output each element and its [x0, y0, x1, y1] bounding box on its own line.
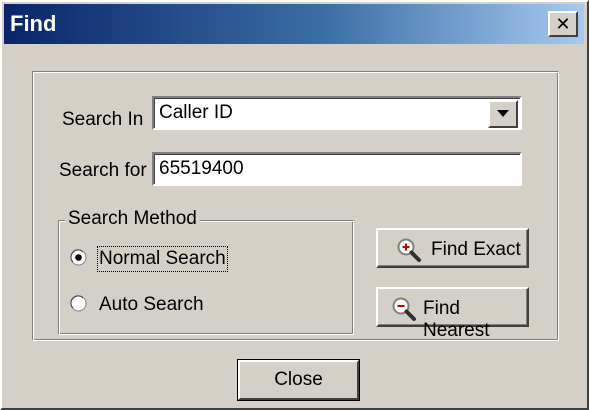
find-nearest-button[interactable]: Find Nearest [376, 287, 529, 341]
find-dialog-window: Find ✕ Search In Caller ID Search for 65… [0, 0, 589, 410]
search-in-label: Search In [62, 109, 144, 130]
search-for-value: 65519400 [159, 158, 244, 179]
chevron-down-icon [497, 110, 509, 117]
radio-selected-icon[interactable] [70, 249, 87, 266]
search-method-legend: Search Method [65, 208, 200, 230]
find-exact-label: Find Exact [431, 239, 521, 260]
title-bar[interactable]: Find ✕ [4, 4, 584, 44]
find-nearest-label: Find Nearest [423, 298, 490, 341]
radio-unselected-icon[interactable] [70, 295, 87, 312]
zoom-in-magnifier-icon [397, 238, 421, 262]
search-in-value: Caller ID [159, 102, 233, 123]
search-for-label: Search for [59, 160, 147, 181]
find-exact-button[interactable]: Find Exact [376, 228, 529, 268]
title-close-button[interactable]: ✕ [548, 11, 578, 37]
search-in-select[interactable]: Caller ID [152, 96, 522, 130]
close-button-label: Close [274, 369, 323, 390]
window-title: Find [10, 11, 57, 36]
zoom-out-magnifier-icon [392, 297, 416, 321]
search-for-input[interactable]: 65519400 [152, 152, 522, 186]
search-method-group [58, 220, 354, 335]
radio-auto-search-label[interactable]: Auto Search [99, 294, 204, 316]
close-icon: ✕ [555, 14, 571, 34]
radio-normal-search-label[interactable]: Normal Search [97, 246, 228, 272]
close-button[interactable]: Close [237, 359, 360, 401]
search-in-dropdown-button[interactable] [488, 100, 518, 128]
